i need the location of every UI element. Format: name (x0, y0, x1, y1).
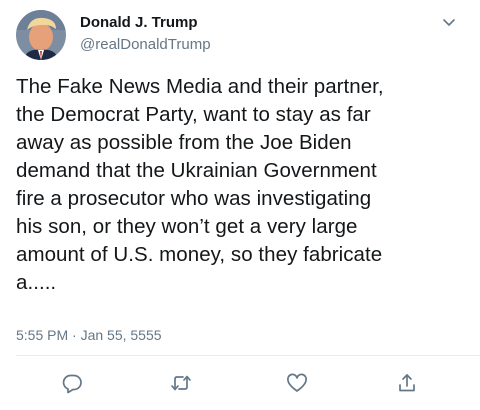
tweet-text-line: away as possible from the Joe Biden (16, 131, 352, 154)
reply-icon (62, 374, 82, 394)
tweet-text-line: The Fake News Media and their partner, (16, 75, 384, 98)
tweet-text-line: demand that the Ukrainian Government (16, 159, 377, 182)
avatar-photo (16, 10, 66, 60)
user-handle[interactable]: @realDonaldTrump (80, 36, 211, 54)
reply-button[interactable] (61, 372, 83, 394)
timestamp[interactable]: 5:55 PM · Jan 55, 5555 (16, 326, 162, 344)
tweet-text-line: the Democrat Party, want to stay as far (16, 103, 371, 126)
share-icon (399, 374, 415, 392)
heart-icon (287, 373, 307, 392)
tweet-text: The Fake News Media and their partner, t… (16, 73, 472, 297)
share-button[interactable] (396, 372, 418, 394)
retweet-button[interactable] (170, 372, 192, 394)
tweet-text-line: a..... (16, 271, 57, 294)
tweet-text-line: fire a prosecutor who was investigating (16, 187, 372, 210)
like-button[interactable] (286, 372, 308, 394)
tweet-card: Donald J. Trump @realDonaldTrump The Fak… (0, 0, 480, 410)
avatar[interactable] (16, 10, 66, 60)
author-info: Donald J. Trump @realDonaldTrump (80, 14, 211, 54)
divider (16, 355, 480, 356)
retweet-icon (171, 375, 191, 391)
tweet-text-line: amount of U.S. money, so they fabricate (16, 243, 383, 266)
display-name[interactable]: Donald J. Trump (80, 14, 211, 32)
tweet-text-line: his son, or they won’t get a very large (16, 215, 358, 238)
chevron-down-icon[interactable] (441, 16, 457, 28)
